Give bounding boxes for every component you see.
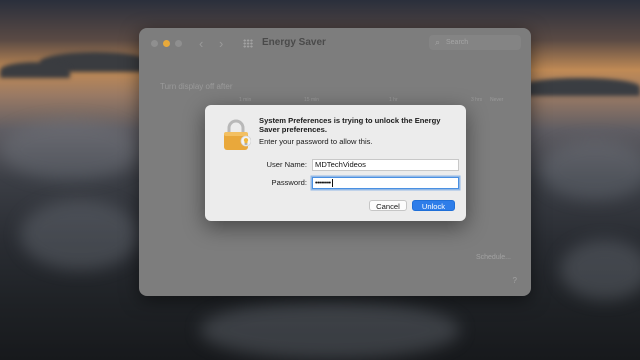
cancel-button[interactable]: Cancel [369,200,407,211]
forward-arrow-icon[interactable]: › [219,36,223,51]
search-placeholder: Search [446,39,469,46]
show-all-grid-icon[interactable] [243,39,253,48]
zoom-window-button[interactable] [175,40,182,47]
search-icon: ⌕ [435,37,441,47]
schedule-button[interactable]: Schedule... [476,254,511,261]
password-field[interactable]: •••••••• [312,177,459,189]
username-label: User Name: [266,160,307,169]
slider-tick: 3 hrs [471,97,483,103]
slider-tick: 1 hr [389,97,398,103]
slider-tick: Never [490,97,504,103]
lock-icon [224,119,251,150]
close-window-button[interactable] [151,40,158,47]
dialog-message: System Preferences is trying to unlock t… [259,116,441,134]
password-label: Password: [271,178,307,187]
slider-tick: 1 min [239,97,252,103]
username-value: MDTechVideos [315,160,366,169]
authentication-dialog: System Preferences is trying to unlock t… [205,105,466,221]
dialog-subtext: Enter your password to allow this. [259,137,373,146]
help-button[interactable]: ? [513,276,517,285]
password-value: •••••••• [315,180,331,187]
search-field[interactable]: ⌕ Search [429,35,521,50]
username-field[interactable]: MDTechVideos [312,159,459,171]
text-caret [331,179,333,187]
unlock-button[interactable]: Unlock [412,200,455,211]
back-arrow-icon[interactable]: ‹ [199,36,203,51]
window-titlebar: ‹ › Energy Saver ⌕ Search [139,28,531,58]
window-title: Energy Saver [262,37,326,48]
slider-tick: 15 min [304,97,320,103]
display-off-label: Turn display off after [160,82,233,91]
minimize-window-button[interactable] [163,40,170,47]
